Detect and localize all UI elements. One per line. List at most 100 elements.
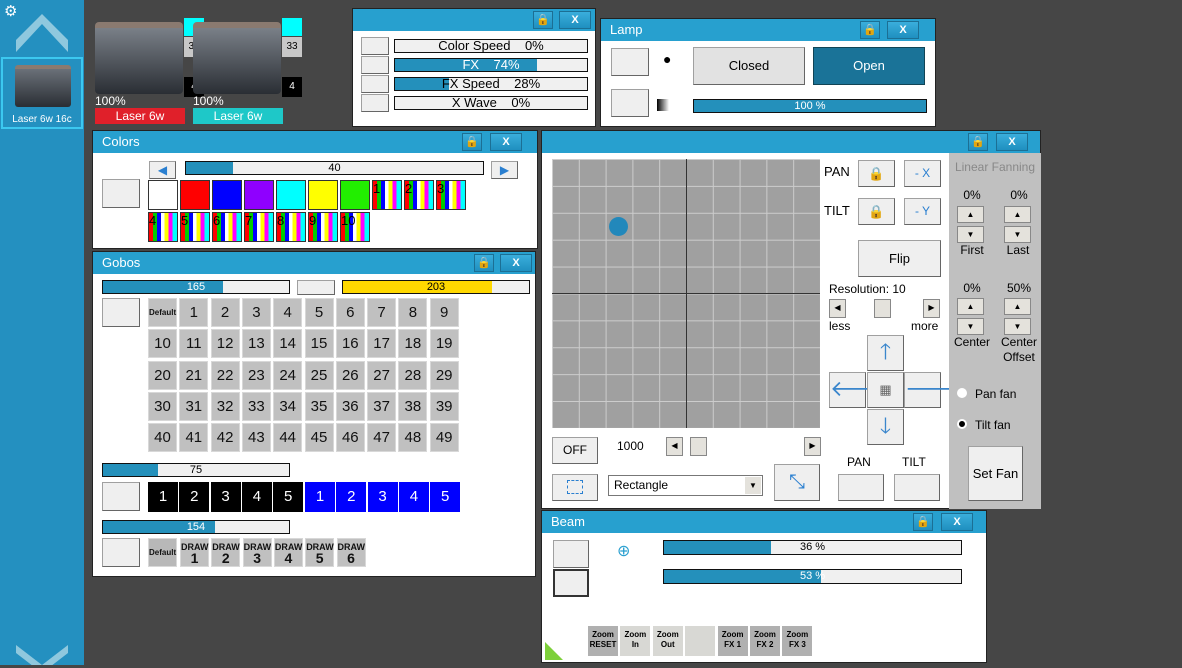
speed-right-button[interactable]: ▶ [804, 437, 821, 456]
gobo-button[interactable]: 16 [335, 329, 365, 359]
last-up-button[interactable]: ▲ [1004, 206, 1031, 223]
color-wheel-preset[interactable]: 2 [404, 180, 434, 210]
draw-button[interactable]: DRAW 6 [336, 538, 366, 567]
tilt-fan-radio[interactable]: Tilt fan [957, 418, 1011, 432]
gobo-button[interactable]: 41 [179, 423, 209, 453]
draw-default-button[interactable]: Default [148, 538, 177, 567]
add-corner-icon[interactable] [545, 642, 563, 660]
shape-icon-button[interactable] [552, 474, 598, 501]
color-wheel-preset[interactable]: 6 [212, 212, 242, 242]
gobo-button[interactable]: 39 [429, 391, 459, 421]
beam-bar-2[interactable]: 53 % [663, 569, 962, 584]
draw-button[interactable]: DRAW 4 [273, 538, 303, 567]
gobo-button[interactable]: 24 [273, 360, 303, 390]
gobo-button[interactable]: 5 [304, 298, 334, 327]
off-button[interactable]: OFF [552, 437, 598, 464]
gobo-select-button[interactable] [102, 298, 140, 327]
gobo-button[interactable]: 27 [367, 360, 397, 390]
move-down-button[interactable]: 🡓 [867, 409, 904, 445]
dimmer-bar[interactable]: 100 % [693, 99, 927, 113]
gobo-button[interactable]: 20 [148, 360, 177, 390]
gobo-default-button[interactable]: Default [148, 298, 177, 327]
gobo-button[interactable]: 28 [398, 360, 428, 390]
draw-button[interactable]: DRAW 1 [180, 538, 209, 567]
color-swatch[interactable] [180, 180, 210, 210]
gobo-button[interactable]: 37 [367, 391, 397, 421]
move-up-button[interactable]: 🡑 [867, 335, 904, 371]
gobo-rotation-blue[interactable]: 5 [430, 482, 461, 512]
color-swatch[interactable] [244, 180, 274, 210]
close-button[interactable]: X [500, 254, 532, 272]
gobo-rotation-blue[interactable]: 3 [367, 482, 398, 512]
zoom-button[interactable]: Zoom In [620, 626, 651, 656]
gobo-button[interactable]: 48 [398, 423, 428, 453]
pan-fan-radio[interactable]: Pan fan [957, 387, 1016, 401]
gobo-button[interactable]: 29 [429, 360, 459, 390]
gobo-button[interactable]: 1 [179, 298, 209, 327]
gobo-button[interactable]: 2 [210, 298, 240, 327]
draw-select-button[interactable] [102, 538, 140, 567]
last-down-button[interactable]: ▼ [1004, 226, 1031, 243]
lock-button[interactable]: 🔒 [462, 133, 482, 151]
gobo-button[interactable]: 17 [367, 329, 397, 359]
gobo-shake-slider[interactable]: 203 [342, 280, 530, 294]
gobo-rotation-black[interactable]: 4 [241, 482, 272, 512]
gobo-button[interactable]: 35 [304, 391, 334, 421]
draw-slider[interactable]: 154 [102, 520, 290, 534]
fixture-name-label[interactable]: Laser 6w [95, 108, 185, 124]
gobo-button[interactable]: 46 [335, 423, 365, 453]
pan-tilt-grid[interactable] [552, 159, 820, 428]
color-slider[interactable]: 40 [185, 161, 484, 175]
beam-button-1[interactable] [553, 540, 589, 568]
zoom-button[interactable]: Zoom RESET [588, 626, 618, 656]
closed-button[interactable]: Closed [693, 47, 805, 85]
zoom-button[interactable]: Zoom FX 2 [750, 626, 780, 656]
gobo-button[interactable]: 23 [241, 360, 271, 390]
gobo-button[interactable]: 11 [179, 329, 209, 359]
gobo-button[interactable]: 38 [398, 391, 428, 421]
color-swatch[interactable] [212, 180, 242, 210]
fx-row-button[interactable] [361, 94, 389, 112]
gobo-button[interactable]: 13 [241, 329, 271, 359]
gobo-rotation-slider[interactable]: 75 [102, 463, 290, 477]
color-prev-button[interactable]: ◀ [149, 161, 176, 179]
gobo-button[interactable]: 31 [179, 391, 209, 421]
scroll-down-chevron-icon[interactable] [16, 645, 68, 668]
lock-button[interactable]: 🔒 [533, 11, 553, 29]
center-down-button[interactable]: ▼ [957, 318, 984, 335]
gobo-button[interactable]: 14 [273, 329, 303, 359]
gobo-button[interactable]: 6 [335, 298, 365, 327]
fx-row-button[interactable] [361, 37, 389, 55]
gobo-button[interactable]: 40 [148, 423, 177, 453]
tilt-lock-button[interactable]: 🔒 [858, 198, 895, 225]
gobo-button[interactable]: 44 [273, 423, 303, 453]
color-wheel-preset[interactable]: 5 [180, 212, 210, 242]
draw-button[interactable]: DRAW 5 [305, 538, 335, 567]
lock-button[interactable]: 🔒 [860, 21, 880, 39]
beam-bar-1[interactable]: 36 % [663, 540, 962, 555]
close-button[interactable]: X [941, 513, 973, 531]
set-fan-button[interactable]: Set Fan [968, 446, 1023, 501]
color-wheel-preset[interactable]: 10 [340, 212, 370, 242]
scroll-up-chevron-icon[interactable] [16, 14, 68, 54]
shape-select[interactable]: Rectangle ▼ [608, 475, 763, 496]
zoom-button[interactable]: Zoom Out [652, 626, 683, 656]
resolution-less-button[interactable]: ◀ [829, 299, 846, 318]
color-wheel-preset[interactable]: 3 [436, 180, 466, 210]
color-wheel-preset[interactable]: 9 [308, 212, 338, 242]
color-wheel-preset[interactable]: 7 [244, 212, 274, 242]
invert-y-button[interactable]: - Y [904, 198, 941, 225]
gobo-button[interactable]: 15 [304, 329, 334, 359]
dimmer-button[interactable] [611, 89, 649, 117]
fx-color-speed-bar[interactable]: Color Speed 0% [394, 39, 588, 53]
zoom-button[interactable]: Zoom FX 1 [717, 626, 748, 656]
gobo-button[interactable]: 47 [367, 423, 397, 453]
open-button[interactable]: Open [813, 47, 925, 85]
gobo-rotation-blue[interactable]: 2 [336, 482, 367, 512]
fx-fx-bar[interactable]: FX 74% [394, 58, 588, 72]
move-left-button[interactable]: 🡐 [829, 372, 889, 408]
color-swatch[interactable] [340, 180, 370, 210]
fx-fx-speed-bar[interactable]: FX Speed 28% [394, 77, 588, 91]
offset-down-button[interactable]: ▼ [1004, 318, 1031, 335]
color-swatch[interactable] [148, 180, 178, 210]
